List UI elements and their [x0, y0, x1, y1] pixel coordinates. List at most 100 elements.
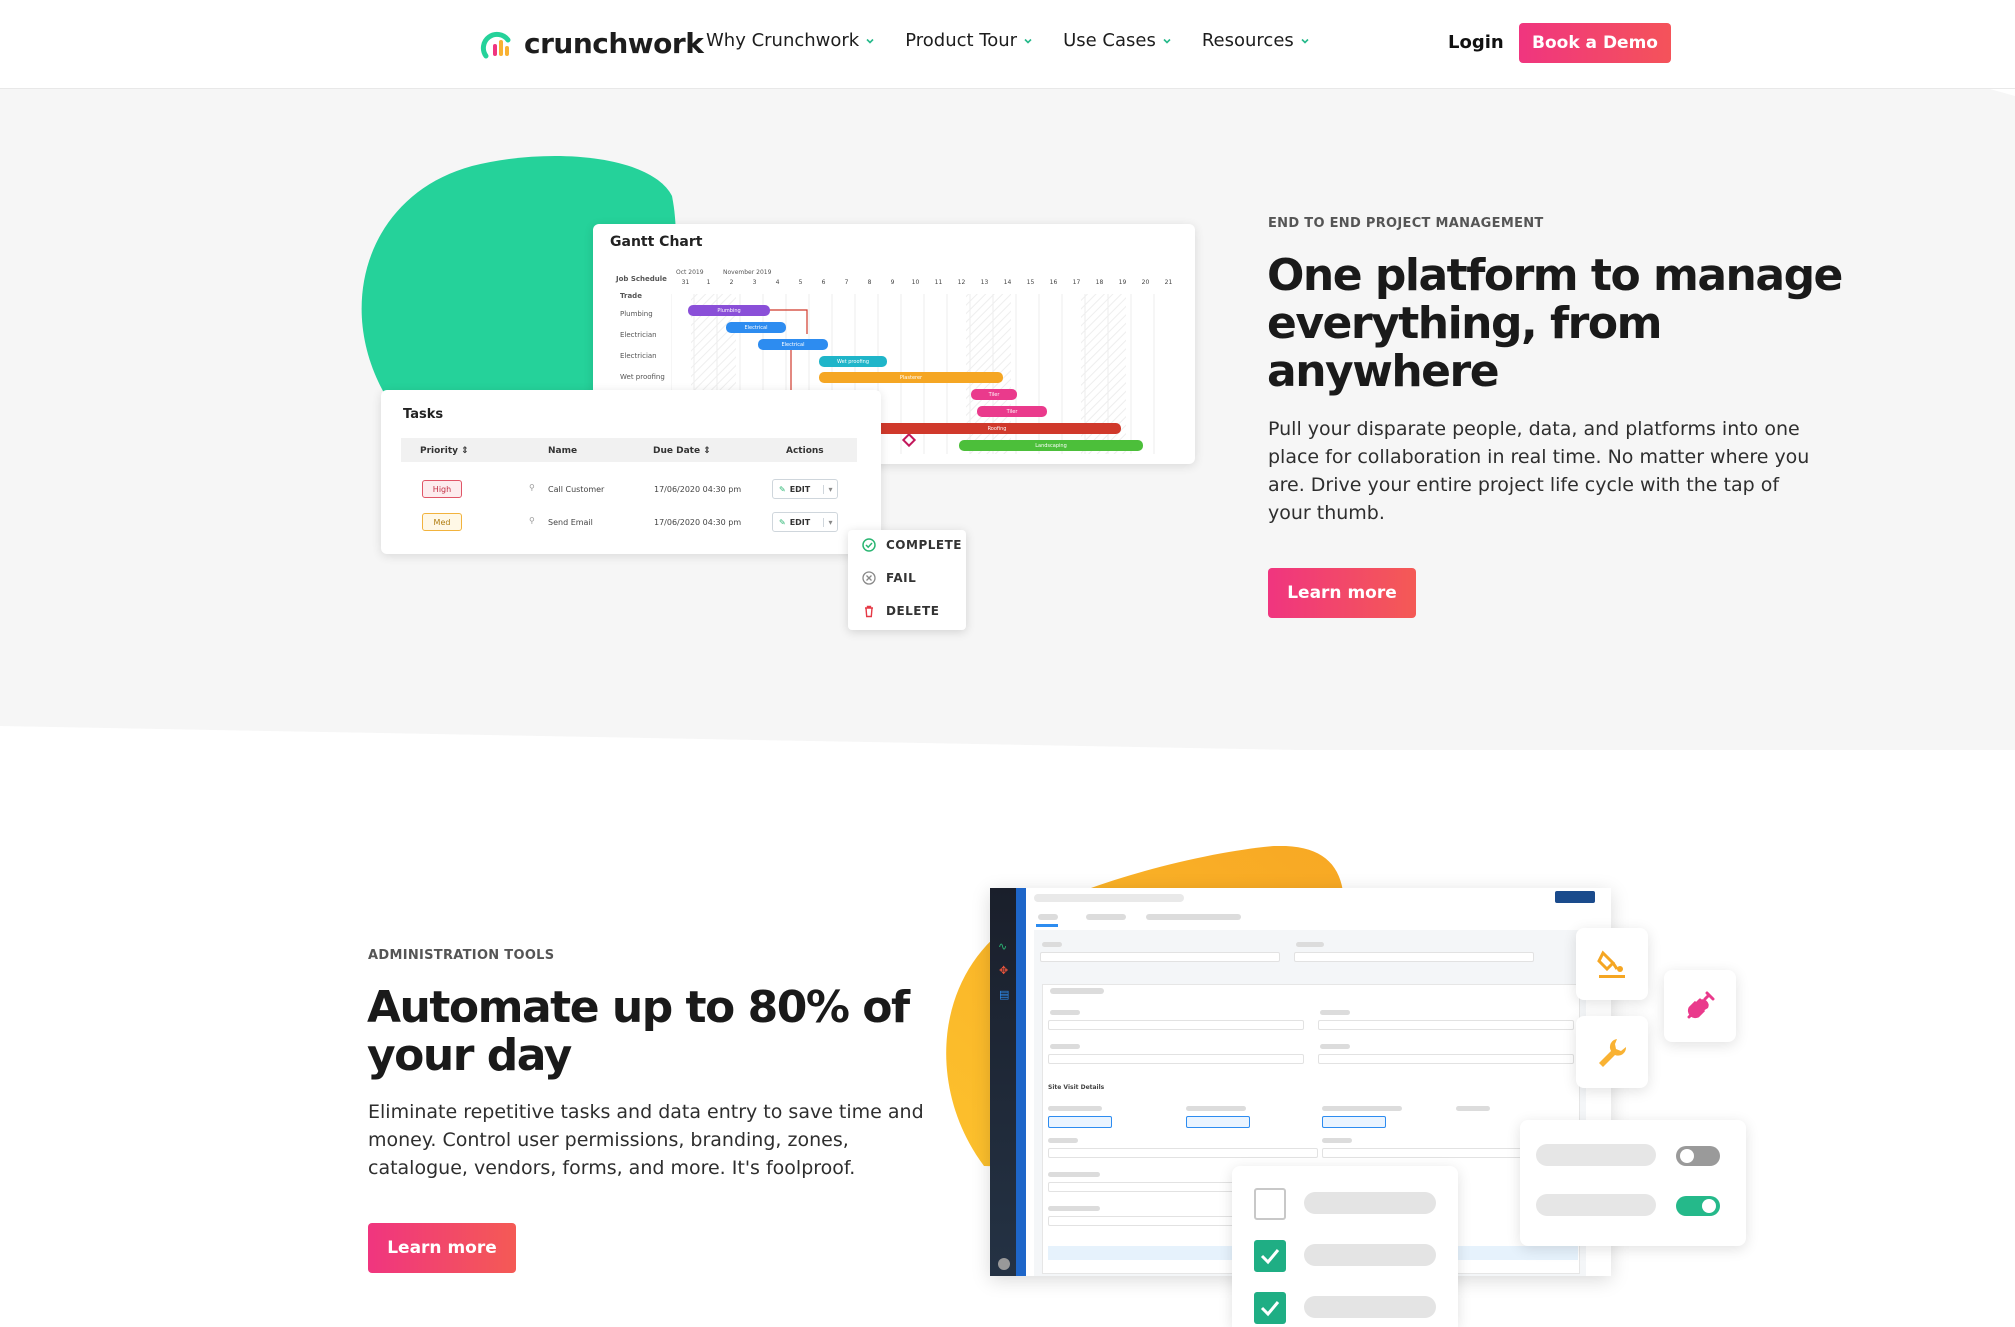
body-line: your thumb.	[1268, 502, 1385, 524]
mock-label	[1048, 1206, 1100, 1211]
gantt-day-label: 15	[1026, 279, 1035, 286]
checklist-label	[1304, 1244, 1436, 1266]
wrench-icon	[1599, 1039, 1627, 1067]
learn-more-button[interactable]: Learn more	[368, 1223, 516, 1273]
dropdown-caret-icon[interactable]: ▾	[823, 484, 837, 494]
menu-item-delete[interactable]: DELETE	[862, 604, 939, 618]
section1-eyebrow: END TO END PROJECT MANAGEMENT	[1268, 216, 1544, 231]
map-pin-icon: ✥	[999, 964, 1009, 977]
mock-field	[1040, 952, 1280, 962]
gantt-day-label: 13	[980, 279, 989, 286]
gantt-day-label: 16	[1049, 279, 1058, 286]
gantt-bar: Electrical	[726, 322, 786, 333]
nav-why-crunchwork[interactable]: Why Crunchwork	[706, 30, 875, 51]
toggle-knob	[1680, 1149, 1694, 1163]
gantt-day-label: 21	[1164, 279, 1173, 286]
checkbox-unchecked[interactable]	[1254, 1188, 1286, 1220]
gantt-row-label: Wet proofing	[620, 373, 665, 381]
toggle-switch-on[interactable]	[1676, 1196, 1720, 1216]
logo-mark-icon	[480, 31, 511, 59]
mock-label	[1048, 1106, 1102, 1111]
edit-label: EDIT	[789, 517, 811, 527]
paint-bucket-icon	[1597, 950, 1625, 978]
sort-icon: ⇕	[703, 446, 711, 456]
nav-item-label: Resources	[1201, 30, 1294, 51]
mock-save-button	[1555, 891, 1595, 903]
checkbox-checked[interactable]	[1254, 1292, 1286, 1324]
gantt-day-label: 14	[1003, 279, 1012, 286]
toggles-card	[1520, 1120, 1746, 1246]
dropdown-caret-icon[interactable]: ▾	[823, 517, 837, 527]
gantt-day-label: 17	[1072, 279, 1081, 286]
chevron-down-icon	[1163, 38, 1171, 44]
list-icon: ▤	[999, 988, 1010, 1001]
body-line: Eliminate repetitive tasks and data entr…	[368, 1101, 924, 1123]
section1-body: Pull your disparate people, data, and pl…	[1268, 415, 1809, 527]
plug-card	[1664, 970, 1736, 1042]
mock-field	[1048, 1054, 1304, 1064]
edit-pencil-icon: ✎	[779, 484, 786, 494]
gantt-bar: Plasterer	[819, 372, 1003, 383]
tasks-header-name: Name	[548, 446, 578, 456]
task-edit-button[interactable]: ✎ EDIT ▾	[772, 479, 838, 499]
checkbox-checked[interactable]	[1254, 1240, 1286, 1272]
body-line: Pull your disparate people, data, and pl…	[1268, 418, 1800, 440]
plug-icon	[1687, 991, 1715, 1019]
avatar	[998, 1258, 1010, 1270]
nav-item-label: Use Cases	[1063, 30, 1156, 51]
gantt-row-label: Electrician	[620, 331, 657, 339]
nav-product-tour[interactable]: Product Tour	[905, 30, 1033, 51]
checkmark-icon	[1260, 1249, 1280, 1265]
nav-menu: Why Crunchwork Product Tour Use Cases Re…	[706, 30, 1310, 51]
edit-pencil-icon: ✎	[779, 517, 786, 527]
gantt-day-label: 8	[867, 279, 872, 286]
logo[interactable]: crunchwork	[480, 26, 704, 60]
menu-item-complete[interactable]: COMPLETE	[862, 538, 962, 552]
mock-label	[1050, 1044, 1080, 1049]
chevron-down-icon	[866, 38, 874, 44]
header-label: Due Date	[653, 446, 701, 456]
login-link[interactable]: Login	[1448, 32, 1504, 53]
task-edit-button[interactable]: ✎ EDIT ▾	[772, 512, 838, 532]
header-label: Priority	[420, 446, 458, 456]
mock-field	[1294, 952, 1534, 962]
nav-resources[interactable]: Resources	[1202, 30, 1310, 51]
menu-item-label: FAIL	[886, 571, 917, 585]
gantt-row-label: Plumbing	[620, 310, 653, 318]
checklist-label	[1304, 1192, 1436, 1214]
tasks-header-due[interactable]: Due Date ⇕	[653, 446, 711, 456]
gantt-bar: Roofing	[873, 423, 1121, 434]
gantt-day-label: 1	[706, 279, 711, 286]
task-action-menu: COMPLETE FAIL DELETE	[848, 530, 966, 630]
mock-field-active	[1322, 1116, 1386, 1128]
checkmark-icon	[1260, 1301, 1280, 1317]
gantt-day-label: 11	[934, 279, 943, 286]
mock-field-active	[1186, 1116, 1250, 1128]
gantt-bar: Electrical	[758, 339, 828, 350]
mock-label	[1050, 1010, 1080, 1015]
tasks-header-priority[interactable]: Priority ⇕	[420, 446, 469, 456]
learn-more-button[interactable]: Learn more	[1268, 568, 1416, 618]
nav-use-cases[interactable]: Use Cases	[1063, 30, 1172, 51]
gantt-bar: Landscaping	[959, 440, 1143, 451]
gantt-day-label: 9	[890, 279, 895, 286]
menu-item-label: DELETE	[886, 604, 940, 618]
mock-label	[1042, 942, 1062, 947]
chevron-down-icon	[1301, 38, 1309, 44]
toggle-switch-off[interactable]	[1676, 1146, 1720, 1166]
toggle-label	[1536, 1144, 1656, 1166]
mock-label	[1048, 1138, 1078, 1143]
gantt-col-job: Job Schedule	[616, 275, 667, 283]
gantt-day-label: 4	[775, 279, 780, 286]
mock-sidebar-accent	[1016, 888, 1026, 1276]
gantt-title: Gantt Chart	[610, 234, 703, 250]
mock-field-active	[1048, 1116, 1112, 1128]
mock-tab	[1146, 914, 1241, 920]
menu-item-label: COMPLETE	[886, 538, 962, 552]
book-demo-button[interactable]: Book a Demo	[1519, 23, 1671, 63]
priority-badge-high: High	[422, 480, 462, 498]
body-line: money. Control user permissions, brandin…	[368, 1129, 849, 1151]
menu-item-fail[interactable]: FAIL	[862, 571, 916, 585]
gantt-bar: Tiler	[971, 389, 1017, 400]
toggle-label	[1536, 1194, 1656, 1216]
